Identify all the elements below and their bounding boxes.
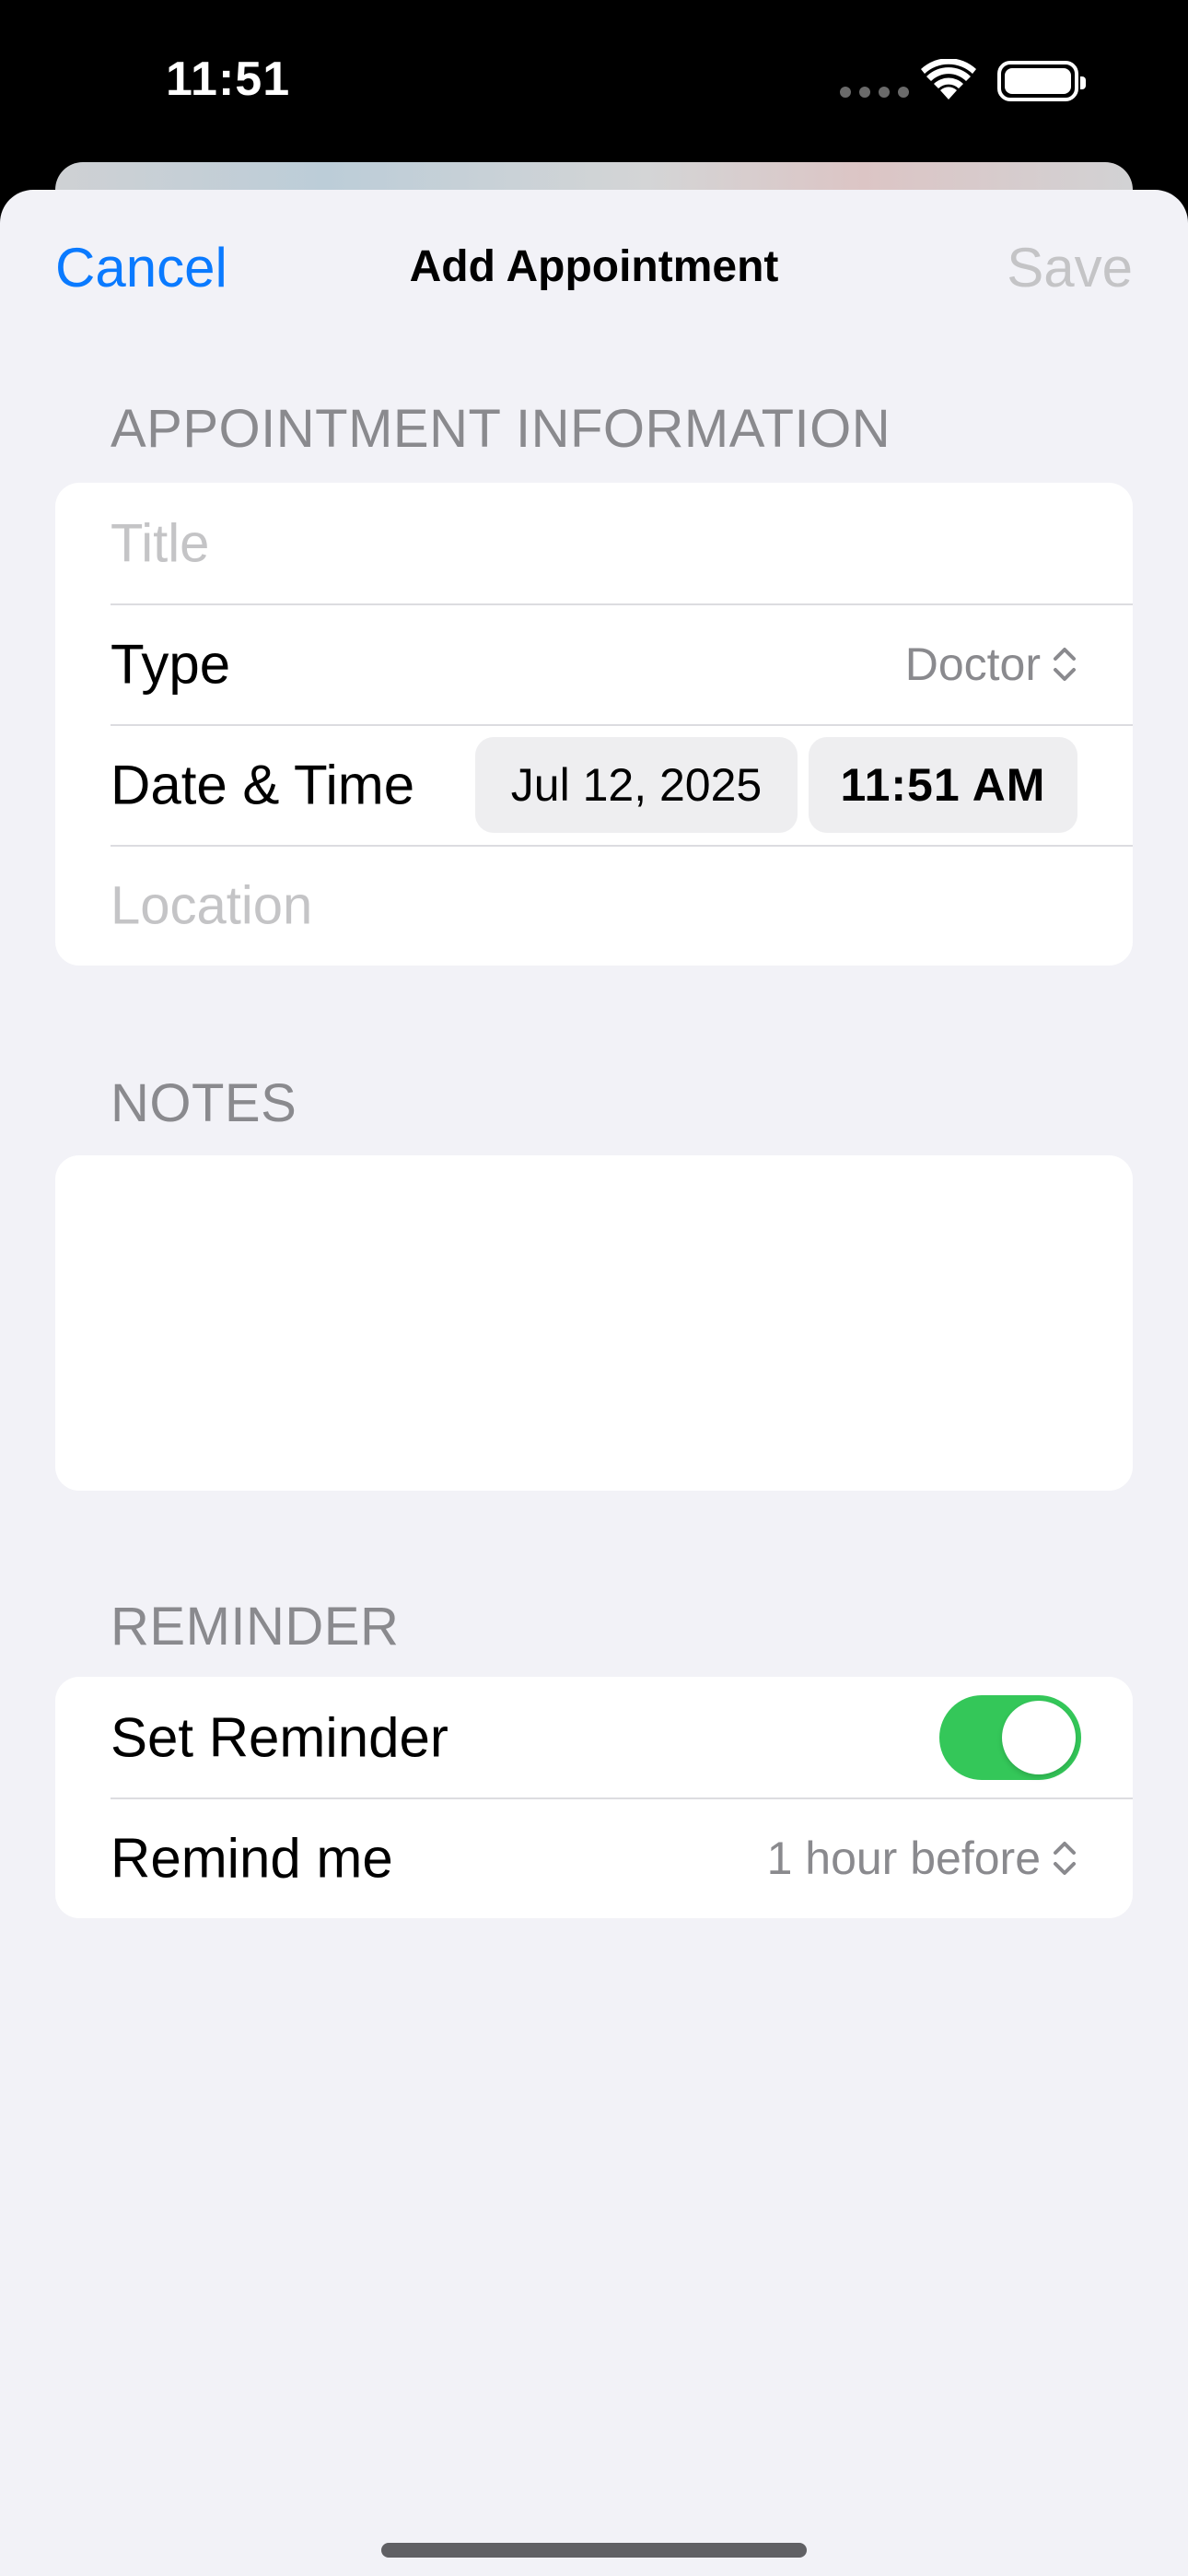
location-field[interactable]: Location — [111, 874, 312, 936]
title-row[interactable]: Title — [55, 483, 1133, 603]
section-header-notes: NOTES — [111, 1073, 297, 1133]
chevron-up-down-icon — [1054, 1841, 1076, 1875]
status-time: 11:51 — [166, 53, 291, 106]
save-button[interactable]: Save — [1007, 236, 1133, 299]
set-reminder-toggle[interactable] — [939, 1694, 1081, 1780]
remind-me-row[interactable]: Remind me 1 hour before — [55, 1797, 1133, 1918]
set-reminder-label: Set Reminder — [111, 1706, 448, 1768]
date-time-row: Date & Time Jul 12, 2025 11:51 AM — [55, 724, 1133, 845]
type-label: Type — [111, 633, 231, 695]
type-value: Doctor — [904, 638, 1041, 690]
remind-me-label: Remind me — [111, 1827, 393, 1889]
status-bar: 11:51 — [0, 0, 1188, 175]
title-field[interactable]: Title — [111, 512, 209, 574]
battery-icon — [997, 61, 1086, 101]
time-picker-button[interactable]: 11:51 AM — [809, 737, 1077, 833]
notes-text — [55, 1155, 1133, 1229]
type-row[interactable]: Type Doctor — [55, 603, 1133, 724]
notes-text-area[interactable] — [55, 1155, 1133, 1491]
appointment-information-group: Title Type Doctor Date & Time Jul 12, 20… — [55, 483, 1133, 966]
remind-me-value: 1 hour before — [766, 1832, 1041, 1884]
section-header-appointment-information: APPOINTMENT INFORMATION — [111, 399, 891, 459]
set-reminder-row: Set Reminder — [55, 1677, 1133, 1797]
date-picker-button[interactable]: Jul 12, 2025 — [475, 737, 798, 833]
location-row[interactable]: Location — [55, 845, 1133, 966]
date-time-label: Date & Time — [111, 754, 415, 815]
cellular-signal-icon — [840, 87, 909, 98]
type-picker[interactable]: Doctor — [905, 638, 1077, 691]
reminder-group: Set Reminder Remind me 1 hour before — [55, 1677, 1133, 1918]
chevron-up-down-icon — [1054, 647, 1076, 681]
home-indicator[interactable] — [381, 2543, 807, 2558]
section-header-reminder: REMINDER — [111, 1597, 400, 1657]
wifi-icon — [921, 59, 976, 100]
remind-me-picker[interactable]: 1 hour before — [767, 1832, 1077, 1885]
